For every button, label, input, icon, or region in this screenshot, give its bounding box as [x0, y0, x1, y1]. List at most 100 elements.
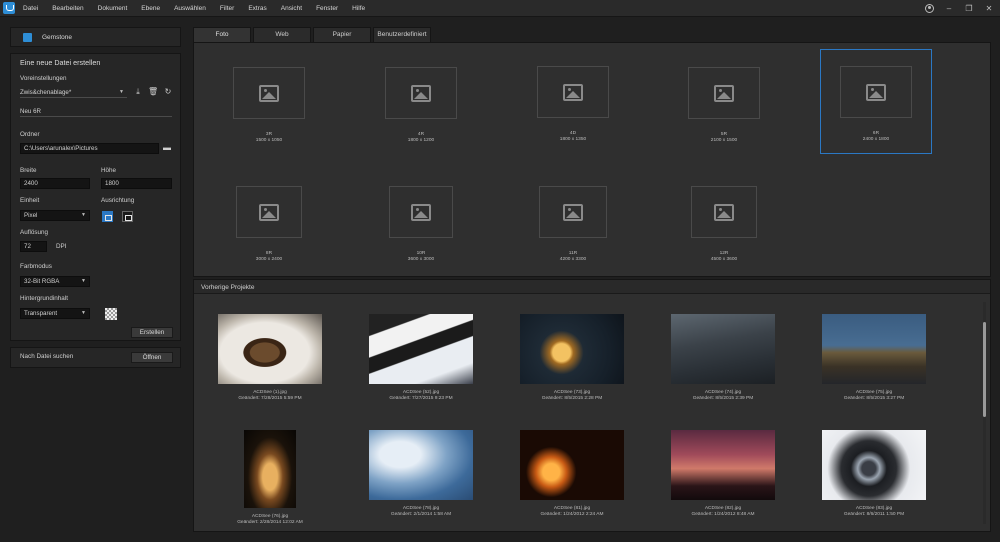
template-6r[interactable]: 6R 2400 x 1800 [820, 49, 932, 154]
colormode-select[interactable]: 32-Bit RGBA ▼ [20, 276, 90, 287]
resolution-label: Auflösung [20, 229, 49, 236]
tab-papier[interactable]: Papier [313, 27, 371, 42]
template-5r[interactable]: 5R 2100 x 1500 [668, 67, 780, 144]
project-thumbnail [520, 430, 624, 500]
project-thumbnail [369, 430, 473, 500]
new-file-panel: Eine neue Datei erstellen Voreinstellung… [10, 53, 181, 341]
transparency-swatch-icon[interactable] [105, 308, 117, 320]
preset-select[interactable]: Zwis&chenablage* ▼ [20, 87, 127, 98]
recent-project[interactable]: ACDSee (1).jpg Geändert: 7/28/2015 5:59 … [200, 314, 340, 402]
menu-filter[interactable]: Filter [220, 0, 234, 17]
tab-web[interactable]: Web [253, 27, 311, 42]
template-8r[interactable]: 8R 3000 x 2400 [213, 186, 325, 263]
background-select[interactable]: Transparent ▼ [20, 308, 90, 319]
close-icon[interactable]: ✕ [984, 0, 994, 17]
unit-select[interactable]: Pixel ▼ [20, 210, 90, 221]
width-value: 2400 [24, 180, 38, 187]
window-controls: – ❐ ✕ [925, 0, 994, 17]
minimize-icon[interactable]: – [944, 0, 954, 17]
chevron-down-icon: ▼ [119, 89, 124, 95]
recent-project[interactable]: ACDSee (81).jpg Geändert: 1/24/2012 2:24… [502, 430, 642, 518]
template-size: 1800 x 1350 [559, 137, 587, 142]
menu-datei[interactable]: Datei [23, 0, 38, 17]
project-thumbnail [520, 314, 624, 384]
template-10r[interactable]: 10R 3600 x 3000 [365, 186, 477, 263]
file-name-field[interactable]: Neu 6R [20, 106, 172, 117]
project-date: Geändert: 2/1/2014 1:58 AM [390, 512, 452, 517]
template-12r[interactable]: 12R 4500 x 3600 [668, 186, 780, 263]
app-window: Datei Bearbeiten Dokument Ebene Auswähle… [0, 0, 1000, 542]
recent-project[interactable]: ACDSee (78).jpg Geändert: 2/1/2014 1:58 … [351, 430, 491, 518]
folder-label: Ordner [20, 131, 40, 138]
menu-ansicht[interactable]: Ansicht [281, 0, 302, 17]
folder-field[interactable]: C:\Users\arunalex\Pictures [20, 143, 159, 154]
menu-ebene[interactable]: Ebene [141, 0, 160, 17]
background-value: Transparent [24, 310, 58, 317]
recent-projects-header [194, 280, 990, 294]
menu-hilfe[interactable]: Hilfe [352, 0, 365, 17]
chevron-down-icon: ▼ [81, 278, 86, 284]
project-thumbnail [671, 314, 775, 384]
height-field[interactable]: 1800 [101, 178, 172, 189]
folder-browse-icon[interactable]: ▬ [162, 143, 172, 153]
template-thumbnail [389, 186, 453, 238]
recent-project[interactable]: ACDSee (82).jpg Geändert: 1/24/2012 8:48… [653, 430, 793, 518]
landscape-orientation-icon[interactable] [102, 211, 113, 222]
template-thumbnail [537, 66, 609, 118]
template-3r[interactable]: 3R 1500 x 1050 [213, 67, 325, 144]
height-label: Höhe [101, 167, 117, 174]
brand-bar: Gemstone [10, 27, 181, 47]
recent-project[interactable]: ACDSee (75).jpg Geändert: 8/5/2015 3:27 … [804, 314, 944, 402]
project-date: Geändert: 8/5/2015 3:27 PM [843, 396, 905, 401]
colormode-value: 32-Bit RGBA [24, 278, 60, 285]
new-file-title: Eine neue Datei erstellen [20, 58, 101, 67]
project-thumbnail [218, 314, 322, 384]
template-thumbnail [840, 66, 912, 118]
template-size: 4500 x 3600 [710, 257, 738, 262]
create-button[interactable]: Erstellen [131, 327, 173, 338]
project-date: Geändert: 8/6/2011 1:50 PM [843, 512, 905, 517]
recent-project[interactable]: ACDSee (52).jpg Geändert: 7/27/2015 9:23… [351, 314, 491, 402]
recent-project[interactable]: ACDSee (83).jpg Geändert: 8/6/2011 1:50 … [804, 430, 944, 518]
tab-foto[interactable]: Foto [193, 27, 251, 42]
template-4d[interactable]: 4D 1800 x 1350 [517, 66, 629, 143]
restore-icon[interactable]: ❐ [964, 0, 974, 17]
recent-scrollbar[interactable] [983, 302, 986, 524]
recent-projects-title: Vorherige Projekte [201, 284, 255, 291]
template-size: 2100 x 1500 [710, 138, 738, 143]
project-thumbnail [822, 430, 926, 500]
scrollbar-thumb[interactable] [983, 322, 986, 417]
menu-fenster[interactable]: Fenster [316, 0, 338, 17]
template-size: 1800 x 1200 [407, 138, 435, 143]
menu-bearbeiten[interactable]: Bearbeiten [52, 0, 83, 17]
image-placeholder-icon [714, 204, 734, 221]
template-11r[interactable]: 11R 4200 x 3300 [517, 186, 629, 263]
recent-project[interactable]: ACDSee (73).jpg Geändert: 8/5/2015 2:28 … [502, 314, 642, 402]
project-date: Geändert: 1/24/2012 8:48 AM [691, 512, 755, 517]
reset-preset-icon[interactable]: ↻ [163, 87, 173, 97]
image-placeholder-icon [259, 85, 279, 102]
project-date: Geändert: 7/28/2015 5:59 PM [238, 396, 302, 401]
project-thumbnail [244, 430, 296, 508]
project-thumbnail [671, 430, 775, 500]
menu-dokument[interactable]: Dokument [98, 0, 128, 17]
delete-preset-icon[interactable]: 🗑 [148, 87, 158, 97]
save-preset-icon[interactable]: ⤓ [133, 87, 143, 97]
image-placeholder-icon [411, 204, 431, 221]
menu-extras[interactable]: Extras [248, 0, 266, 17]
background-label: Hintergrundinhalt [20, 295, 68, 302]
template-4r[interactable]: 4R 1800 x 1200 [365, 67, 477, 144]
recent-project[interactable]: ACDSee (76).jpg Geändert: 2/28/2014 12:0… [200, 430, 340, 526]
width-field[interactable]: 2400 [20, 178, 90, 189]
preset-value: Zwis&chenablage* [20, 89, 72, 96]
open-button[interactable]: Öffnen [131, 352, 173, 363]
user-account-icon[interactable] [925, 4, 934, 13]
project-date: Geändert: 7/27/2015 9:23 PM [389, 396, 453, 401]
resolution-field[interactable]: 72 [20, 241, 47, 252]
template-grid: 3R 1500 x 1050 4R 1800 x 1200 4D 1800 x … [193, 42, 991, 277]
tab-benutzerdefiniert[interactable]: Benutzerdefiniert [373, 27, 431, 42]
resolution-value: 72 [24, 243, 31, 250]
portrait-orientation-icon[interactable] [122, 211, 133, 222]
menu-auswaehlen[interactable]: Auswählen [174, 0, 206, 17]
recent-project[interactable]: ACDSee (74).jpg Geändert: 8/5/2015 2:39 … [653, 314, 793, 402]
